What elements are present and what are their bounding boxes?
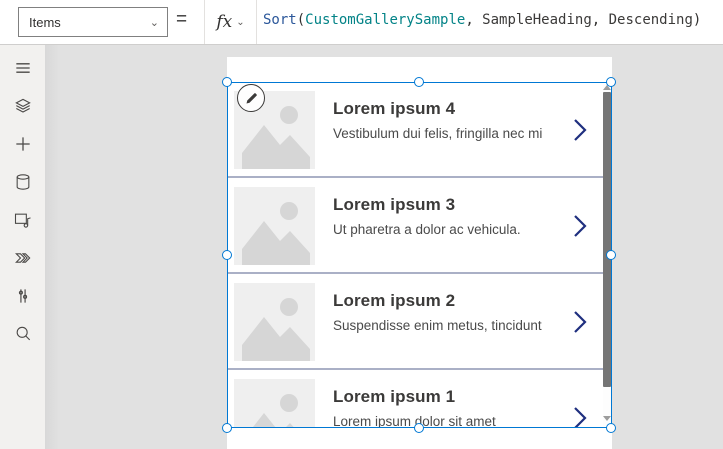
sidebar-item-advanced-tools[interactable] <box>0 277 45 315</box>
sidebar-item-insert[interactable] <box>0 125 45 163</box>
image-placeholder-icon <box>234 187 315 265</box>
advanced-tools-icon <box>18 289 27 303</box>
media-icon <box>14 213 31 228</box>
pencil-icon <box>246 92 257 103</box>
search-icon <box>16 326 30 341</box>
formula-token: CustomGallerySample <box>305 12 466 28</box>
chevron-right-icon[interactable] <box>572 214 588 238</box>
equals-sign: = <box>176 9 188 30</box>
gallery-item-title: Lorem ipsum 4 <box>333 99 456 118</box>
resize-handle-middle-left[interactable] <box>222 250 232 260</box>
power-automate-icon <box>14 253 30 263</box>
chevron-down-icon: ⌄ <box>236 16 245 28</box>
gallery-item-subtitle: Vestibulum dui felis, fringilla nec mi <box>333 126 543 141</box>
chevron-right-icon[interactable] <box>572 118 588 142</box>
database-icon <box>16 174 29 190</box>
resize-handle-bottom-left[interactable] <box>222 423 232 433</box>
scrollbar-down-arrow-icon[interactable] <box>603 416 611 421</box>
gallery-row-3[interactable]: Lorem ipsum 2 Suspendisse enim metus, ti… <box>227 274 612 370</box>
fx-dropdown-button[interactable]: fx ⌄ <box>204 0 257 44</box>
sidebar-item-menu[interactable] <box>0 49 45 87</box>
left-navigation-rail <box>0 45 45 449</box>
resize-handle-top-right[interactable] <box>606 77 616 87</box>
image-placeholder-icon <box>234 379 315 428</box>
resize-handle-bottom-right[interactable] <box>606 423 616 433</box>
formula-token: ( <box>296 12 306 28</box>
gallery-row-4[interactable]: Lorem ipsum 1 Lorem ipsum dolor sit amet <box>227 370 612 428</box>
fx-icon: fx <box>216 12 233 32</box>
image-placeholder-icon <box>234 283 315 361</box>
hamburger-menu-icon <box>15 63 30 73</box>
chevron-right-icon[interactable] <box>572 406 588 428</box>
formula-bar: Items ⌄ = fx ⌄ Sort(CustomGallerySample,… <box>0 0 723 45</box>
sidebar-item-search[interactable] <box>0 315 45 353</box>
gallery-row-2[interactable]: Lorem ipsum 3 Ut pharetra a dolor ac veh… <box>227 178 612 274</box>
resize-handle-top-middle[interactable] <box>414 77 424 87</box>
resize-handle-middle-right[interactable] <box>606 250 616 260</box>
gallery-item-subtitle: Suspendisse enim metus, tincidunt <box>333 318 542 333</box>
formula-token: Descending <box>608 12 693 28</box>
property-selector-dropdown[interactable]: Items ⌄ <box>18 7 168 37</box>
resize-handle-top-left[interactable] <box>222 77 232 87</box>
formula-token: , <box>465 12 483 28</box>
gallery-item-title: Lorem ipsum 2 <box>333 291 456 310</box>
edit-gallery-button[interactable] <box>237 84 265 112</box>
gallery-item-title: Lorem ipsum 1 <box>333 387 456 406</box>
sidebar-item-media[interactable] <box>0 201 45 239</box>
property-selector-value: Items <box>29 14 61 30</box>
sidebar-item-data-sources[interactable] <box>0 163 45 201</box>
plus-icon <box>15 137 30 151</box>
gallery-control[interactable]: Lorem ipsum 4 Vestibulum dui felis, frin… <box>227 82 612 428</box>
formula-token: ) <box>692 12 702 28</box>
gallery-row-1[interactable]: Lorem ipsum 4 Vestibulum dui felis, frin… <box>227 82 612 178</box>
sidebar-item-tree-view[interactable] <box>0 87 45 125</box>
sidebar-item-power-automate[interactable] <box>0 239 45 277</box>
formula-token: , <box>591 12 609 28</box>
tree-view-icon <box>14 98 31 113</box>
chevron-right-icon[interactable] <box>572 310 588 334</box>
scrollbar-thumb[interactable] <box>603 92 611 387</box>
chevron-down-icon: ⌄ <box>149 16 159 29</box>
formula-token: Sort <box>263 12 297 28</box>
resize-handle-bottom-middle[interactable] <box>414 423 424 433</box>
gallery-item-subtitle: Ut pharetra a dolor ac vehicula. <box>333 222 521 237</box>
formula-input[interactable]: Sort(CustomGallerySample, SampleHeading,… <box>263 12 701 28</box>
formula-token: SampleHeading <box>482 12 592 28</box>
gallery-item-title: Lorem ipsum 3 <box>333 195 456 214</box>
